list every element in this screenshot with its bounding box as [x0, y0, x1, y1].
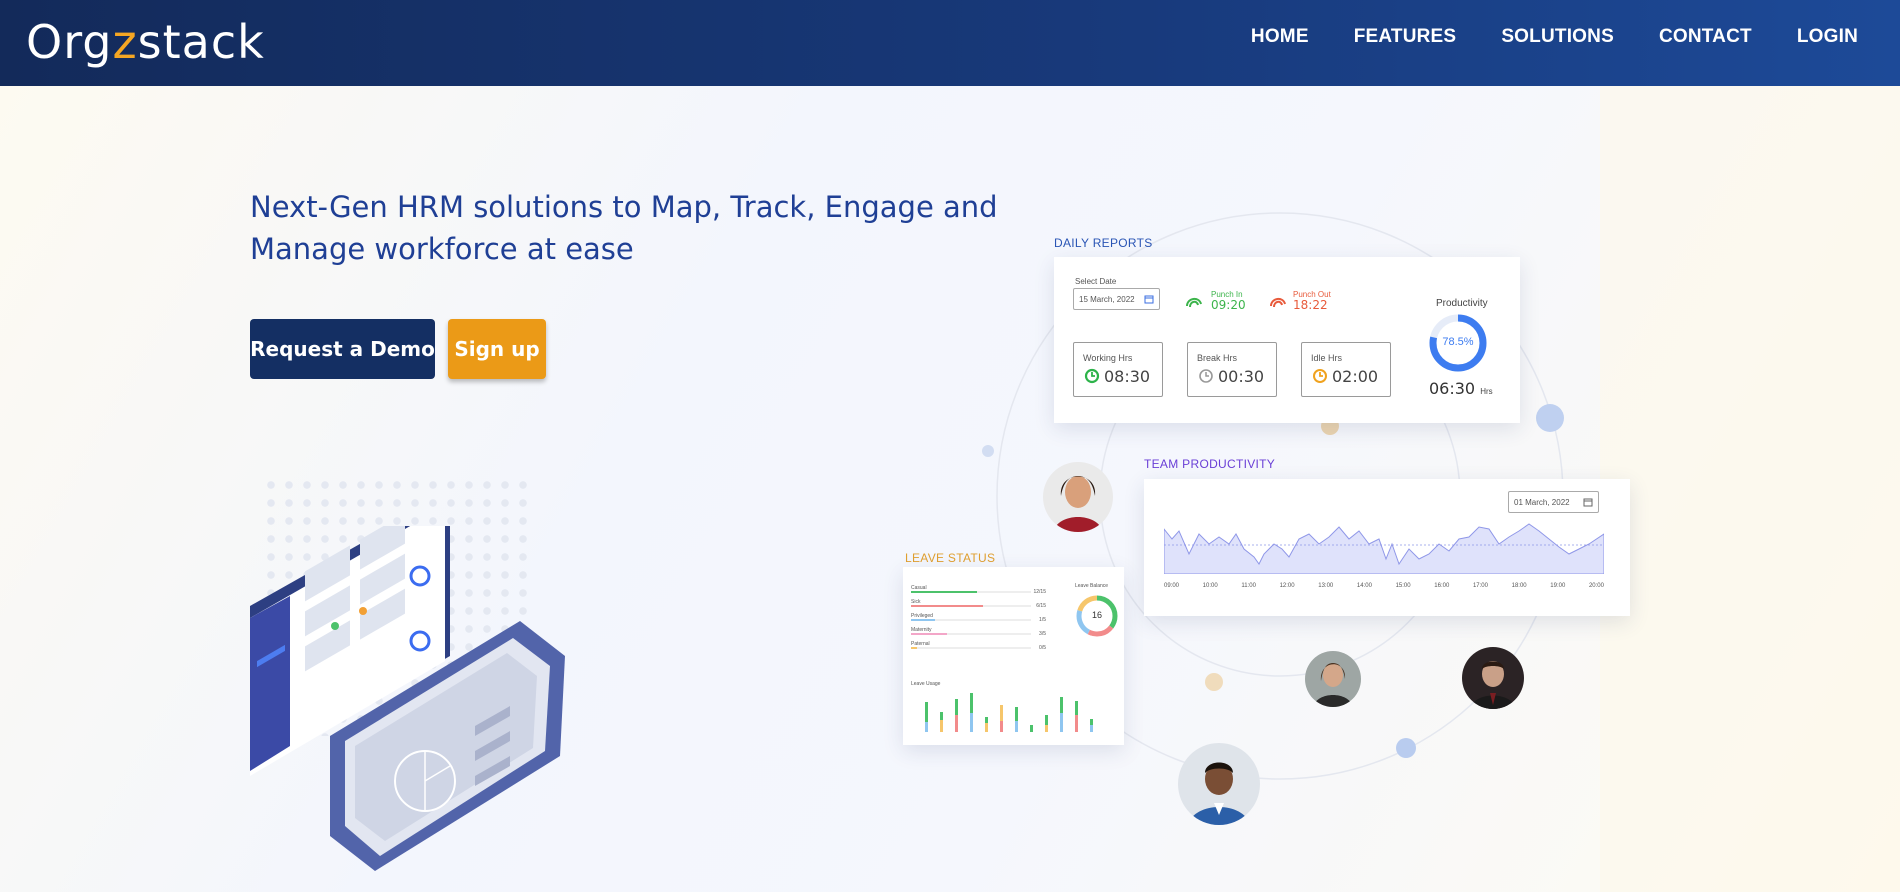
clock-orange-icon [1313, 369, 1327, 383]
calendar-icon [1144, 295, 1154, 304]
nav-login[interactable]: LOGIN [1797, 26, 1858, 48]
team-productivity-card: 01 March, 2022 09:00 10:00 11:00 12:00 1… [1144, 479, 1630, 616]
team-date-picker[interactable]: 01 March, 2022 [1508, 491, 1599, 513]
clock-grey-icon [1199, 369, 1213, 383]
avatar-man-blue-blazer [1178, 743, 1260, 825]
main-nav: HOME FEATURES SOLUTIONS CONTACT LOGIN [1251, 0, 1858, 74]
leave-row-privileged: Privileged 1/5 [911, 613, 1046, 623]
hero-background-wash [1600, 86, 1900, 892]
fingerprint-in-icon [1186, 298, 1202, 308]
orgzstack-logo[interactable]: Orgzstack [26, 14, 265, 70]
leave-type-list: Casual 12/15 Sick 6/15 Privileged 1/5 Ma… [911, 585, 1046, 655]
request-demo-button[interactable]: Request a Demo [250, 319, 435, 379]
nav-home[interactable]: HOME [1251, 26, 1309, 48]
daily-reports-title: DAILY REPORTS [1054, 236, 1153, 250]
punch-in-time: 09:20 [1211, 298, 1246, 312]
nav-contact[interactable]: CONTACT [1659, 26, 1752, 48]
daily-reports-card: Select Date 15 March, 2022 Punch In 09:2… [1054, 257, 1520, 423]
leave-usage-bar-chart [925, 693, 1093, 732]
break-hours-box: Break Hrs 00:30 [1187, 342, 1277, 397]
working-hours-box: Working Hrs 08:30 [1073, 342, 1163, 397]
hero-headline: Next-Gen HRM solutions to Map, Track, En… [250, 190, 998, 266]
idle-hours-box: Idle Hrs 02:00 [1301, 342, 1391, 397]
top-navigation-bar: Orgzstack HOME FEATURES SOLUTIONS CONTAC… [0, 0, 1900, 86]
nav-solutions[interactable]: SOLUTIONS [1501, 26, 1614, 48]
daily-date-picker[interactable]: 15 March, 2022 [1073, 288, 1160, 310]
leave-row-maternity: Maternity 3/5 [911, 627, 1046, 637]
leave-row-paternal: Paternal 0/5 [911, 641, 1046, 651]
avatar-woman-red [1043, 462, 1113, 532]
productivity-percent: 78.5% [1442, 336, 1474, 348]
nav-features[interactable]: FEATURES [1354, 26, 1457, 48]
select-date-label: Select Date [1075, 277, 1117, 286]
calendar-icon [1583, 498, 1593, 507]
team-productivity-area-chart [1164, 523, 1604, 574]
leave-balance-label: Leave Balance [1075, 583, 1109, 589]
team-productivity-title: TEAM PRODUCTIVITY [1144, 457, 1276, 471]
orbit-dot [1396, 738, 1416, 758]
orbit-dot [1205, 673, 1223, 691]
avatar-man-suit [1462, 647, 1524, 709]
leave-status-title: LEAVE STATUS [905, 551, 996, 565]
hero-section: Next-Gen HRM solutions to Map, Track, En… [0, 86, 1900, 892]
leave-row-casual: Casual 12/15 [911, 585, 1046, 595]
leave-balance-value: 16 [1091, 610, 1102, 620]
fingerprint-out-icon [1270, 298, 1286, 308]
productivity-hours: 06:30 Hrs [1429, 379, 1493, 398]
clock-green-icon [1084, 368, 1100, 384]
leave-status-card: Casual 12/15 Sick 6/15 Privileged 1/5 Ma… [903, 567, 1124, 745]
sign-up-button[interactable]: Sign up [448, 319, 546, 379]
punch-out-time: 18:22 [1293, 298, 1328, 312]
time-axis-labels: 09:00 10:00 11:00 12:00 13:00 14:00 15:0… [1164, 583, 1604, 589]
leave-row-sick: Sick 6/15 [911, 599, 1046, 609]
avatar-woman-striped [1305, 651, 1361, 707]
tablet-dashboard-illustration [250, 526, 565, 871]
productivity-label: Productivity [1436, 298, 1488, 309]
